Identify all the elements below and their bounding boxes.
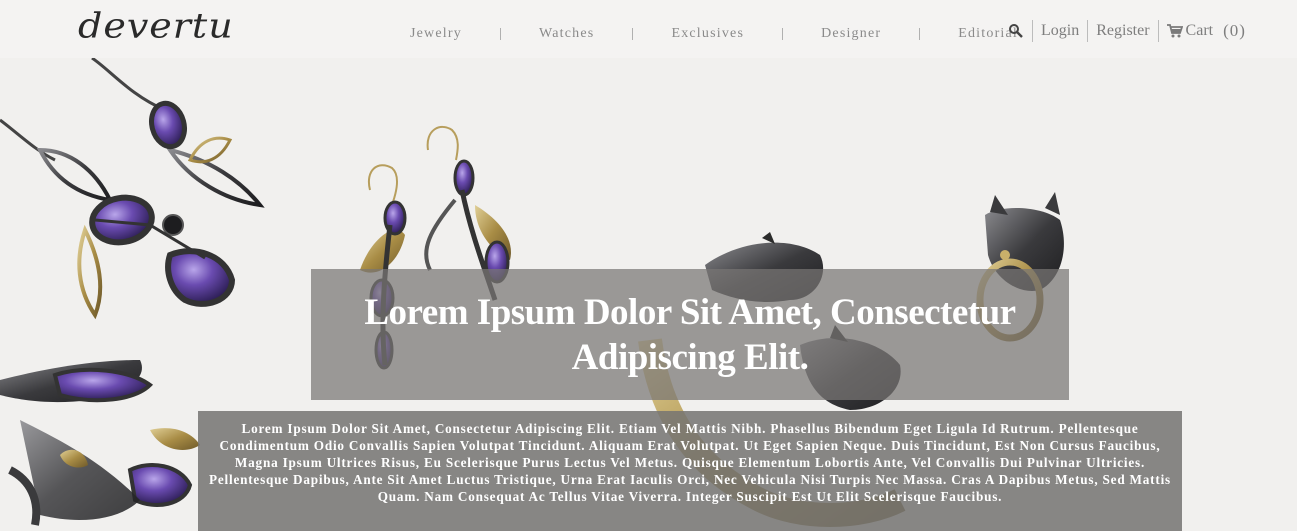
register-link[interactable]: Register xyxy=(1096,22,1149,40)
login-link[interactable]: Login xyxy=(1041,22,1079,40)
utility-bar: Login Register Cart (0) xyxy=(1008,20,1246,42)
shopping-cart-icon xyxy=(1166,24,1183,38)
main-nav: Jewelry Watches Exclusives Designer Edit… xyxy=(390,26,1038,42)
brand-logo[interactable]: devertu xyxy=(78,6,234,46)
utility-divider xyxy=(1087,20,1089,42)
hero-title-box: Lorem Ipsum Dolor Sit Amet, Consectetur … xyxy=(311,269,1069,400)
search-icon[interactable] xyxy=(1008,23,1024,39)
cart-link[interactable]: Cart (0) xyxy=(1166,21,1246,41)
nav-divider xyxy=(632,28,634,40)
nav-divider xyxy=(919,28,921,40)
nav-item-designer[interactable]: Designer xyxy=(801,26,901,42)
nav-item-jewelry[interactable]: Jewelry xyxy=(390,26,482,42)
cart-label: Cart xyxy=(1185,22,1214,39)
hero-title: Lorem Ipsum Dolor Sit Amet, Consectetur … xyxy=(364,291,1016,378)
cart-count: (0) xyxy=(1223,21,1246,40)
nav-divider xyxy=(499,28,501,40)
hero-body-text: Lorem Ipsum Dolor Sit Amet, Consectetur … xyxy=(209,421,1171,504)
nav-divider xyxy=(782,28,784,40)
utility-divider xyxy=(1157,20,1159,42)
hero-body-box: Lorem Ipsum Dolor Sit Amet, Consectetur … xyxy=(198,411,1182,531)
nav-item-exclusives[interactable]: Exclusives xyxy=(651,26,764,42)
site-header: devertu Jewelry Watches Exclusives Desig… xyxy=(0,0,1297,58)
nav-item-watches[interactable]: Watches xyxy=(519,26,614,42)
utility-divider xyxy=(1032,20,1033,42)
